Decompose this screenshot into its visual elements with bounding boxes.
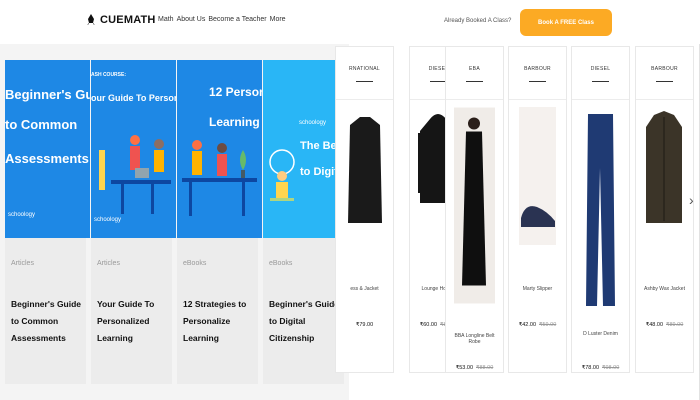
black-jacket-icon <box>348 117 382 223</box>
product-price: ₹42.00 ₹59.00 <box>511 322 564 328</box>
top-navigation-bar: CUEMATH Math About Us Become a Teacher M… <box>0 0 700 45</box>
brand-underline <box>656 81 673 82</box>
price-current: ₹79.00 <box>355 322 374 328</box>
card-banner: Beginner's Guide to Common Assessments s… <box>5 60 90 238</box>
card-info: eBooks Beginner's Guide to Digital Citiz… <box>263 238 344 384</box>
product-title: BBA Longline Belt Robe <box>454 333 495 345</box>
book-free-class-button[interactable]: Book A FREE Class <box>520 9 612 36</box>
product-brand: BARBOUR <box>651 66 678 72</box>
price-old: ₹59.00 <box>539 322 557 328</box>
products-carousel: RNATIONAL ess & Jacket ₹79.00 DIESEL Lou… <box>335 44 700 400</box>
brand-underline <box>466 81 483 82</box>
card-category: eBooks <box>183 260 207 267</box>
product-price: ₹48.00 ₹89.00 <box>638 322 691 328</box>
divider <box>509 99 566 100</box>
banner-line: 12 Personaliz <box>209 85 262 99</box>
banner-line: our Guide To Personalized L <box>91 93 176 103</box>
banner-line: Assessments <box>5 151 89 166</box>
price-current: ₹42.00 <box>518 322 536 328</box>
nav-math[interactable]: Math <box>158 16 174 23</box>
price-old: ₹89.00 <box>666 322 684 328</box>
product-brand: RNATIONAL <box>349 66 380 72</box>
price-current: ₹78.00 <box>581 365 599 371</box>
divider <box>336 99 393 100</box>
product-title: ess & Jacket <box>350 286 379 292</box>
card-category: Articles <box>11 260 34 267</box>
schoology-logo: schoology <box>8 212 36 218</box>
card-info: eBooks 12 Strategies to Personalize Lear… <box>177 238 258 384</box>
card-title[interactable]: Your Guide To Personalized Learning <box>97 296 169 347</box>
nav-become-teacher[interactable]: Become a Teacher <box>208 16 266 23</box>
product-card[interactable]: BARBOUR Ashby Wax Jacket ₹48.00 ₹89.00 <box>635 46 694 373</box>
card-info: Articles Beginner's Guide to Common Asse… <box>5 238 86 384</box>
card-banner: ASH COURSE: our Guide To Personalized L … <box>91 60 176 238</box>
nav-more[interactable]: More <box>270 16 286 23</box>
product-card[interactable]: RNATIONAL ess & Jacket ₹79.00 <box>335 46 394 373</box>
product-brand: DIESEL <box>590 66 611 72</box>
cuemath-logo[interactable]: CUEMATH <box>86 14 156 26</box>
product-price: ₹78.00 ₹98.00 <box>574 365 627 371</box>
logo-text: CUEMATH <box>100 14 156 26</box>
divider <box>572 99 629 100</box>
price-old: ₹98.00 <box>602 365 620 371</box>
card-category: Articles <box>97 260 120 267</box>
slipper-icon <box>519 107 556 245</box>
already-booked-link[interactable]: Already Booked A Class? <box>444 18 511 24</box>
divider <box>636 99 693 100</box>
card-info: Articles Your Guide To Personalized Lear… <box>91 238 172 384</box>
banner-line: to Common <box>5 117 78 132</box>
resources-carousel: Beginner's Guide to Common Assessments s… <box>0 44 349 400</box>
price-current: ₹53.00 <box>455 365 473 371</box>
schoology-logo: schoology <box>94 217 122 223</box>
card-title[interactable]: 12 Strategies to Personalize Learning <box>183 296 255 347</box>
price-current: ₹48.00 <box>645 322 663 328</box>
card-category: eBooks <box>269 260 293 267</box>
banner-kicker: ASH COURSE: <box>91 72 127 78</box>
card-title[interactable]: Beginner's Guide to Common Assessments <box>11 296 83 347</box>
product-card[interactable]: BARBOUR Marty Slipper ₹42.00 ₹59.00 <box>508 46 567 373</box>
chevron-right-icon[interactable]: › <box>689 192 695 212</box>
schoology-logo: schoology <box>299 120 327 126</box>
product-card[interactable]: EBA BBA Longline Belt Robe ₹53.00 ₹88.00 <box>445 46 504 373</box>
brand-underline <box>529 81 546 82</box>
divider <box>446 99 503 100</box>
product-title: Ashby Wax Jacket <box>644 286 685 292</box>
product-title: Marty Slipper <box>522 286 553 292</box>
nav-about-us[interactable]: About Us <box>177 16 206 23</box>
product-brand: EBA <box>469 66 480 72</box>
rocket-icon <box>87 14 95 25</box>
brand-underline <box>592 81 609 82</box>
card-banner: 12 Personaliz Learning Stra <box>177 60 262 238</box>
banner-line: Learning Stra <box>209 115 262 129</box>
product-brand: BARBOUR <box>524 66 551 72</box>
price-current: ₹60.00 <box>419 322 437 328</box>
brand-underline <box>356 81 373 82</box>
product-card[interactable]: DIESEL D Luster Denim ₹78.00 ₹98.00 <box>571 46 630 373</box>
jeans-icon <box>586 114 615 306</box>
wax-jacket-icon <box>646 111 682 223</box>
classroom-illustration <box>99 135 171 214</box>
main-nav: Math About Us Become a Teacher More <box>158 16 286 23</box>
product-price: ₹53.00 ₹88.00 <box>448 365 501 371</box>
price-old: ₹88.00 <box>476 365 494 371</box>
banner-line: Beginner's Guide <box>5 87 90 102</box>
product-price: ₹79.00 <box>338 322 391 328</box>
black-robe-icon <box>454 107 495 304</box>
students-illustration <box>182 140 257 216</box>
card-title[interactable]: Beginner's Guide to Digital Citizenship <box>269 296 341 347</box>
globe-student-illustration <box>269 149 295 201</box>
product-title: D Luster Denim <box>583 331 618 337</box>
